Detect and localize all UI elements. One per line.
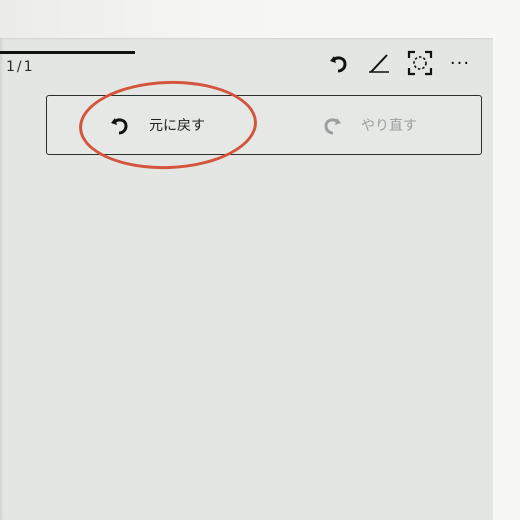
undo-icon[interactable] bbox=[326, 50, 352, 76]
page-indicator: 1/1 bbox=[6, 59, 35, 75]
more-icon[interactable]: ··· bbox=[447, 50, 473, 76]
redo-button[interactable]: やり直す bbox=[319, 96, 519, 154]
redo-label: やり直す bbox=[361, 118, 417, 134]
pen-icon[interactable] bbox=[366, 50, 392, 76]
page-progress-bar bbox=[0, 51, 135, 54]
redo-icon bbox=[319, 112, 345, 138]
fit-screen-icon[interactable] bbox=[407, 50, 433, 76]
